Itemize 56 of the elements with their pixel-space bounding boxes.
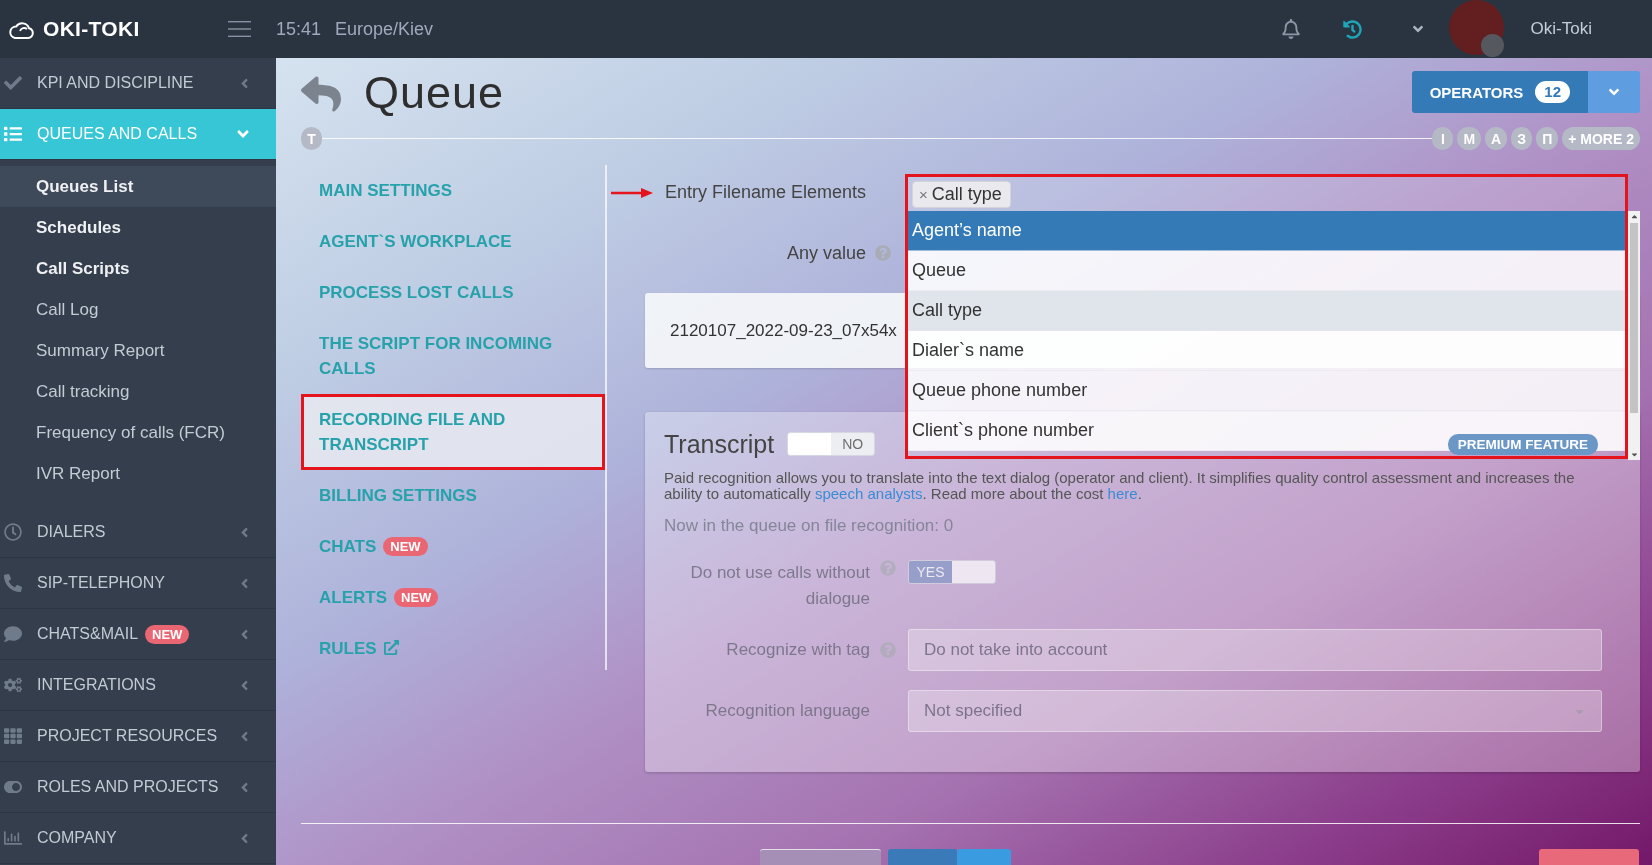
dropdown-option[interactable]: Queue: [908, 251, 1625, 291]
new-badge: NEW: [383, 537, 428, 556]
remove-tag-button[interactable]: ×: [919, 185, 928, 203]
field-label: Recognize with tag: [725, 639, 870, 661]
list-icon: [4, 125, 22, 143]
speech-bubble-icon: [4, 625, 22, 643]
scroll-down-icon[interactable]: [1629, 450, 1639, 459]
bell-icon[interactable]: [1280, 19, 1301, 39]
new-badge: NEW: [394, 588, 439, 607]
scrollbar-thumb[interactable]: [1630, 223, 1638, 413]
status-dot: [1480, 34, 1504, 57]
sidebar-submenu-item[interactable]: IVR Report: [0, 453, 276, 494]
footer-button[interactable]: [760, 849, 881, 865]
sidebar-submenu-item[interactable]: Call Log: [0, 289, 276, 330]
sidebar-submenu-item[interactable]: Frequency of calls (FCR): [0, 412, 276, 453]
logo-text[interactable]: OKI-TOKI: [43, 17, 140, 41]
field-label: Do not use calls without dialogue: [689, 562, 870, 610]
dropdown-option[interactable]: Call type: [908, 291, 1625, 331]
sidebar-submenu-item[interactable]: Call Scripts: [0, 248, 276, 289]
sidebar-submenu-item[interactable]: Queues List: [0, 166, 276, 207]
sidebar-submenu-item[interactable]: Summary Report: [0, 330, 276, 371]
field-label: Any value: [785, 242, 866, 264]
count-badge: 12: [1535, 80, 1570, 104]
bar-chart-icon: [4, 829, 22, 847]
dropdown-option[interactable]: Queue phone number: [908, 371, 1625, 411]
clock-time: 15:41: [276, 18, 322, 40]
user-name[interactable]: Oki-Toki: [1530, 19, 1592, 39]
operators-button[interactable]: OPERATORS 12: [1411, 71, 1588, 113]
tag-label: Call type: [931, 183, 1002, 205]
menu-icon[interactable]: [228, 21, 251, 37]
start-marker: T: [301, 127, 322, 150]
field-label: Entry Filename Elements: [665, 182, 867, 203]
back-arrow-icon[interactable]: [301, 74, 341, 114]
new-badge: NEW: [145, 624, 190, 644]
timezone: Europe/Kiev: [335, 18, 434, 40]
phone-icon: [4, 574, 22, 592]
field-label: Recognition language: [704, 700, 870, 722]
history-icon[interactable]: [1342, 19, 1362, 39]
scroll-up-icon[interactable]: [1629, 212, 1639, 221]
queue-status-text: Now in the queue on file recognition: 0: [664, 516, 955, 536]
sidebar-submenu-item[interactable]: Call tracking: [0, 371, 276, 412]
grid-icon: [4, 727, 22, 745]
description-text: Paid recognition allows you to translate into the text dialog (operator and client). It simplifies quality control assessment and increases the ability to automatically speech analysts. Read more about the cost here.: [664, 470, 1576, 502]
dropdown-option[interactable]: Dialer`s name: [908, 331, 1625, 371]
avatar[interactable]: [1448, 0, 1504, 55]
panel-title: Transcript: [664, 429, 775, 459]
page-title: Queue: [364, 68, 505, 118]
toggle-icon: [4, 778, 22, 796]
scrollbar[interactable]: [1628, 211, 1640, 460]
sidebar-submenu-item[interactable]: Schedules: [0, 207, 276, 248]
dropdown-option[interactable]: Agent’s name: [908, 211, 1625, 251]
cloud-logo-icon: [8, 19, 35, 39]
toggle-switch[interactable]: NO: [787, 432, 876, 456]
clock-icon: [4, 523, 22, 541]
check-icon: [4, 74, 22, 92]
gears-icon: [4, 676, 22, 694]
